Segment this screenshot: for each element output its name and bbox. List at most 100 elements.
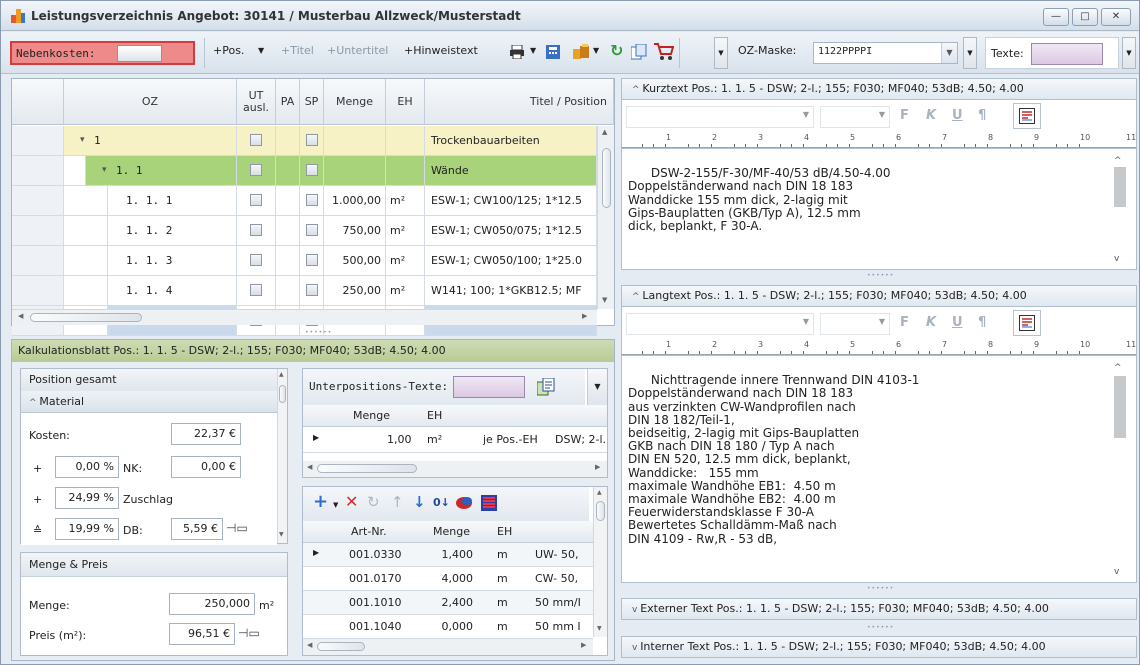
scroll-thumb[interactable]	[1114, 167, 1126, 207]
grid-header-menge[interactable]: Menge	[324, 79, 386, 125]
grid-row[interactable]: 1. 1. 4 250,00 m² W141; 100; 1*GKB12.5; MF	[12, 276, 597, 306]
artikel-col-menge[interactable]: Menge	[433, 525, 470, 538]
scroll-up-icon[interactable]: ▲	[602, 128, 607, 136]
cart-icon[interactable]	[654, 43, 675, 65]
scroll-right-icon[interactable]: ▶	[595, 463, 600, 471]
minimize-button[interactable]: —	[1043, 8, 1069, 26]
scroll-thumb[interactable]	[279, 385, 286, 403]
scroll-thumb[interactable]	[30, 313, 142, 322]
kosten-field[interactable]: 22,37 €	[171, 423, 241, 445]
artikel-hscrollbar[interactable]: ◀ ▶	[303, 639, 593, 655]
refresh-icon[interactable]: ↻	[610, 43, 623, 59]
unterpos-row[interactable]: ▶ 1,00 m² je Pos.-EH DSW; 2-l.	[303, 427, 607, 453]
langtext-editor[interactable]: Nichttragende innere Trennwand DIN 4103-…	[621, 355, 1137, 583]
move-down-icon[interactable]: ↓	[413, 495, 426, 510]
chevron-down-icon[interactable]: v	[1114, 253, 1119, 266]
unterpos-dropdown[interactable]: ▼	[587, 369, 607, 405]
artikel-col-eh[interactable]: EH	[497, 525, 512, 538]
close-button[interactable]: ✕	[1101, 8, 1131, 26]
grid-vertical-scrollbar[interactable]: ▲ ▼	[597, 126, 614, 309]
artikel-row[interactable]: 001.1040 0,000 m 50 mm I	[303, 615, 593, 639]
scroll-thumb[interactable]	[317, 464, 417, 473]
checkbox[interactable]	[250, 284, 262, 296]
chevron-up-icon[interactable]: ^	[1114, 362, 1122, 375]
texte-dropdown-toggle[interactable]: ▼	[963, 37, 977, 69]
kurztext-editor[interactable]: DSW-2-155/F-30/MF-40/53 dB/4.50-4.00 Dop…	[621, 148, 1137, 270]
chevron-down-icon[interactable]: ▼	[333, 498, 338, 512]
externer-text-header[interactable]: v Externer Text Pos.: 1. 1. 5 - DSW; 2-l…	[621, 598, 1137, 620]
unterpos-hscrollbar[interactable]: ◀ ▶	[303, 461, 607, 477]
grid-row[interactable]: 1. 1. 1 1.000,00 m² ESW-1; CW100/125; 1*12.…	[12, 186, 597, 216]
unterpos-col-eh[interactable]: EH	[427, 409, 442, 422]
checkbox[interactable]	[306, 134, 318, 146]
grid-row[interactable]: ▾ 1. 1 Wände	[12, 156, 597, 186]
chevron-down-icon[interactable]: ▼	[258, 46, 264, 55]
add-position-button[interactable]: +Pos.	[213, 44, 244, 57]
calculator-icon[interactable]	[546, 45, 560, 63]
splitter-handle[interactable]: ••••••	[867, 272, 894, 279]
langtext-header[interactable]: ^ Langtext Pos.: 1. 1. 5 - DSW; 2-l.; 15…	[621, 285, 1137, 307]
checkbox[interactable]	[250, 134, 262, 146]
checkbox[interactable]	[250, 224, 262, 236]
material-icon[interactable]	[455, 496, 473, 514]
preis-field[interactable]: 96,51 €	[169, 623, 235, 645]
add-titel-button[interactable]: +Titel	[281, 44, 314, 57]
checkbox[interactable]	[250, 254, 262, 266]
nebenkosten-toggle[interactable]	[117, 45, 162, 62]
boxes-icon[interactable]	[573, 44, 591, 64]
toolbar-overflow-toggle[interactable]: ▼	[1122, 37, 1136, 69]
print-icon[interactable]	[509, 44, 525, 63]
chevron-down-icon[interactable]: ▼	[530, 46, 536, 55]
text-block-button[interactable]	[1013, 103, 1041, 129]
langtext-scrollbar[interactable]: ^ v	[1110, 356, 1128, 582]
scroll-left-icon[interactable]: ◀	[18, 312, 23, 320]
scroll-left-icon[interactable]: ◀	[307, 641, 312, 649]
zuschlag-percent-field[interactable]: 24,99 %	[55, 487, 119, 509]
artikel-row[interactable]: 001.1010 2,400 m 50 mm/I	[303, 591, 593, 615]
undo-icon[interactable]: ↻	[367, 495, 380, 510]
grid-header-sp[interactable]: SP	[300, 79, 324, 125]
splitter-handle[interactable]: ••••••	[867, 624, 894, 631]
summary-vertical-scrollbar[interactable]: ▲ ▼	[277, 369, 287, 543]
copy-icon[interactable]	[630, 43, 647, 64]
italic-button[interactable]: K	[926, 316, 936, 330]
bold-button[interactable]: F	[900, 109, 909, 123]
scroll-down-icon[interactable]: ▼	[279, 531, 284, 538]
chevron-down-icon[interactable]: ▼	[593, 46, 599, 55]
splitter-handle[interactable]: ••••••	[867, 585, 894, 592]
scroll-left-icon[interactable]: ◀	[307, 463, 312, 471]
move-up-icon[interactable]: ↑	[391, 495, 404, 510]
scroll-up-icon[interactable]: ▲	[597, 489, 602, 496]
grid-horizontal-scrollbar[interactable]: ◀ ▶	[12, 309, 597, 325]
material-section-header[interactable]: ^ Material	[21, 391, 277, 413]
expander-icon[interactable]: ▾	[102, 156, 107, 185]
checkbox[interactable]	[250, 164, 262, 176]
scroll-thumb[interactable]	[596, 501, 605, 521]
scroll-down-icon[interactable]: ▼	[597, 625, 602, 632]
paragraph-button[interactable]: ¶	[978, 109, 986, 123]
grid-row[interactable]: 1. 1. 2 750,00 m² ESW-1; CW050/075; 1*12.5	[12, 216, 597, 246]
grid-header-oz[interactable]: OZ	[64, 79, 237, 125]
font-family-combo[interactable]: ▼	[626, 313, 814, 335]
paragraph-button[interactable]: ¶	[978, 316, 986, 330]
unterpos-col-menge[interactable]: Menge	[353, 409, 390, 422]
checkbox[interactable]	[306, 284, 318, 296]
renumber-icon[interactable]: 0↓	[433, 496, 450, 510]
pin-icon[interactable]: ⊣▭	[226, 521, 248, 535]
scroll-thumb[interactable]	[602, 148, 611, 208]
add-hinweistext-button[interactable]: +Hinweistext	[404, 44, 478, 57]
add-untertitel-button[interactable]: +Untertitel	[327, 44, 388, 57]
grid-row[interactable]: ▾ 1 Trockenbauarbeiten	[12, 126, 597, 156]
underline-button[interactable]: U	[952, 316, 963, 330]
unterpos-toggle[interactable]	[453, 376, 525, 398]
kurztext-scrollbar[interactable]: ^ v	[1110, 149, 1128, 269]
scroll-right-icon[interactable]: ▶	[582, 312, 587, 320]
add-icon[interactable]: +	[313, 493, 328, 511]
grid-header-ut[interactable]: UT ausl.	[237, 79, 276, 125]
checkbox[interactable]	[306, 164, 318, 176]
font-size-combo[interactable]: ▼	[820, 313, 890, 335]
scroll-up-icon[interactable]: ▲	[279, 371, 284, 378]
font-family-combo[interactable]: ▼	[626, 106, 814, 128]
maximize-button[interactable]: □	[1072, 8, 1098, 26]
db-percent-field[interactable]: 19,99 %	[55, 518, 119, 540]
